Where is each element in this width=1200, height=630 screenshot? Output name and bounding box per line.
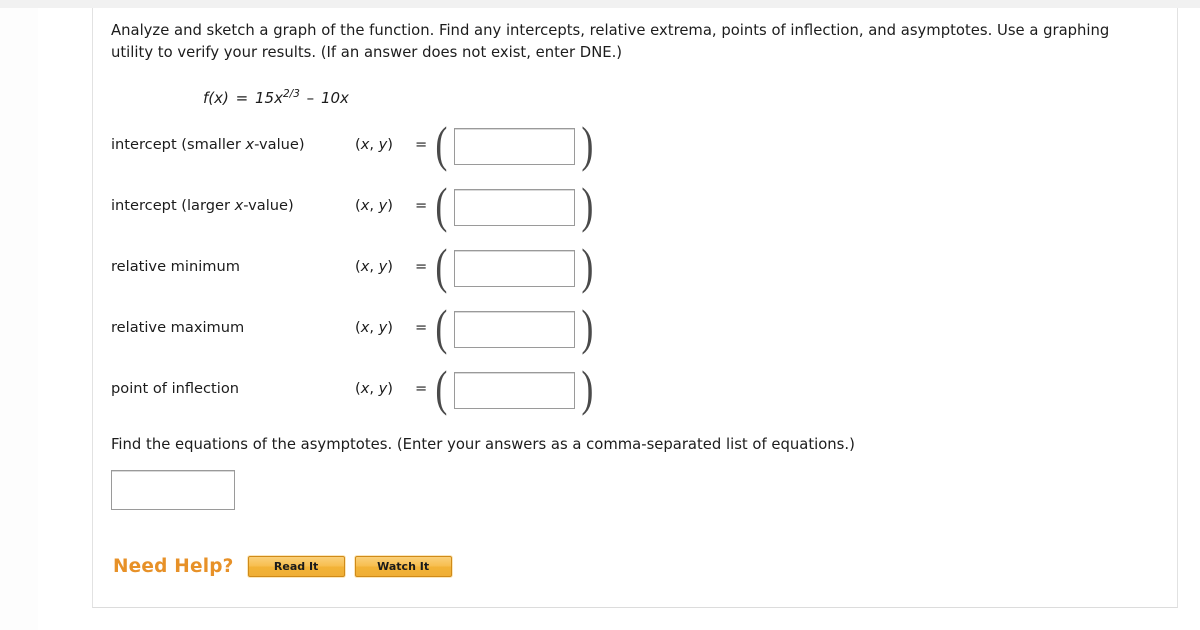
answer-group-intercept-larger: ( ) bbox=[433, 179, 595, 235]
table-row: intercept (larger x-value) (x, y) = ( ) bbox=[93, 177, 1177, 238]
answer-group-relative-minimum: ( ) bbox=[433, 240, 595, 296]
row-equals: = bbox=[415, 380, 428, 397]
left-paren: ( bbox=[435, 238, 448, 294]
row-label-point-of-inflection: point of inflection bbox=[111, 380, 240, 397]
right-paren: ) bbox=[580, 360, 593, 416]
answer-rows: intercept (smaller x-value) (x, y) = ( )… bbox=[93, 116, 1177, 421]
input-relative-maximum[interactable] bbox=[453, 310, 575, 348]
need-help-bar: Need Help? Read It Watch It bbox=[113, 556, 462, 577]
function-formula: f(x) = 15x2/3 – 10x bbox=[203, 88, 349, 107]
row-label-intercept-smaller: intercept (smaller x-value) bbox=[111, 136, 305, 153]
row-label-relative-minimum: relative minimum bbox=[111, 258, 240, 275]
row-pair-label: (x, y) bbox=[355, 380, 393, 397]
input-relative-minimum[interactable] bbox=[453, 249, 575, 287]
row-equals: = bbox=[415, 319, 428, 336]
row-label-intercept-larger: intercept (larger x-value) bbox=[111, 197, 294, 214]
formula-lhs: f(x) bbox=[203, 89, 229, 107]
row-equals: = bbox=[415, 197, 428, 214]
watch-it-label: Watch It bbox=[377, 560, 430, 573]
formula-coefficient: 15x2/3 bbox=[255, 88, 300, 107]
formula-operator: – bbox=[306, 89, 315, 107]
table-row: relative minimum (x, y) = ( ) bbox=[93, 238, 1177, 299]
formula-exponent: 2/3 bbox=[282, 88, 300, 100]
need-help-label: Need Help? bbox=[113, 556, 234, 577]
question-panel: Analyze and sketch a graph of the functi… bbox=[92, 8, 1178, 608]
table-row: relative maximum (x, y) = ( ) bbox=[93, 299, 1177, 360]
left-paren: ( bbox=[435, 177, 448, 233]
table-row: point of inflection (x, y) = ( ) bbox=[93, 360, 1177, 421]
input-point-of-inflection[interactable] bbox=[453, 371, 575, 409]
row-equals: = bbox=[415, 258, 428, 275]
row-pair-label: (x, y) bbox=[355, 197, 393, 214]
left-paren: ( bbox=[435, 116, 448, 172]
top-gray-band bbox=[0, 0, 1200, 8]
read-it-label: Read It bbox=[273, 560, 319, 573]
left-gutter-strip bbox=[0, 8, 38, 630]
answer-group-relative-maximum: ( ) bbox=[433, 301, 595, 357]
right-paren: ) bbox=[580, 177, 593, 233]
question-prompt: Analyze and sketch a graph of the functi… bbox=[111, 22, 1110, 61]
row-pair-label: (x, y) bbox=[355, 319, 393, 336]
formula-term2: 10x bbox=[320, 89, 349, 107]
row-pair-label: (x, y) bbox=[355, 136, 393, 153]
right-paren: ) bbox=[580, 116, 593, 172]
read-it-button[interactable]: Read It bbox=[247, 556, 345, 577]
row-label-relative-maximum: relative maximum bbox=[111, 319, 245, 336]
table-row: intercept (smaller x-value) (x, y) = ( ) bbox=[93, 116, 1177, 177]
left-paren: ( bbox=[435, 299, 448, 355]
right-paren: ) bbox=[580, 299, 593, 355]
answer-group-intercept-smaller: ( ) bbox=[433, 118, 595, 174]
left-paren: ( bbox=[435, 360, 448, 416]
input-intercept-smaller[interactable] bbox=[453, 127, 575, 165]
row-equals: = bbox=[415, 136, 428, 153]
input-intercept-larger[interactable] bbox=[453, 188, 575, 226]
asymptotes-input[interactable] bbox=[111, 470, 235, 510]
right-paren: ) bbox=[580, 238, 593, 294]
answer-group-point-of-inflection: ( ) bbox=[433, 362, 595, 418]
screenshot-root: Analyze and sketch a graph of the functi… bbox=[0, 0, 1200, 630]
asymptotes-prompt: Find the equations of the asymptotes. (E… bbox=[111, 436, 855, 453]
row-pair-label: (x, y) bbox=[355, 258, 393, 275]
formula-equals: = bbox=[235, 89, 249, 107]
watch-it-button[interactable]: Watch It bbox=[354, 556, 452, 577]
